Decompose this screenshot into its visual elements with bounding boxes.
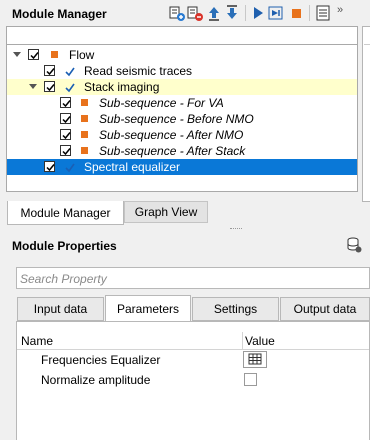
- tree-checkbox[interactable]: [44, 81, 55, 92]
- splitter-handle[interactable]: [230, 228, 242, 230]
- remove-module-icon[interactable]: [187, 5, 203, 21]
- stop-icon[interactable]: [288, 5, 304, 21]
- expand-arrow-icon[interactable]: [13, 52, 21, 57]
- tree-checkbox[interactable]: [44, 161, 55, 172]
- expand-arrow-icon[interactable]: [29, 84, 37, 89]
- tab-label: Settings: [213, 302, 258, 316]
- tree-item-sub-sequence-before-nmo[interactable]: Sub-sequence - Before NMO: [7, 111, 357, 127]
- tree-checkbox[interactable]: [28, 49, 39, 60]
- tree-item-flow[interactable]: Flow: [7, 47, 357, 63]
- toolbar-overflow-chevron-icon[interactable]: »: [337, 4, 343, 16]
- sequence-icon: [81, 147, 88, 154]
- table-editor-icon[interactable]: [243, 351, 267, 368]
- tab-graph-view[interactable]: Graph View: [124, 201, 208, 223]
- tree-item-label: Flow: [69, 48, 95, 62]
- side-panel-edge-inner: [364, 28, 370, 45]
- tree-item-label: Sub-sequence - Before NMO: [99, 112, 254, 126]
- module-tree[interactable]: Flow Read seismic traces Stack imaging S…: [6, 44, 358, 192]
- tree-item-label: Spectral equalizer: [84, 160, 181, 174]
- tree-item-label: Sub-sequence - For VA: [99, 96, 224, 110]
- side-panel-edge: [362, 26, 370, 202]
- sequence-icon: [81, 115, 88, 122]
- toolbar-separator: [309, 5, 310, 21]
- property-row-normalize-amplitude[interactable]: Normalize amplitude: [17, 370, 369, 390]
- move-up-icon[interactable]: [206, 5, 222, 21]
- module-check-icon: [65, 82, 75, 93]
- property-search-input[interactable]: Search Property: [16, 267, 370, 289]
- tree-item-sub-sequence-for-va[interactable]: Sub-sequence - For VA: [7, 95, 357, 111]
- tree-item-label: Read seismic traces: [84, 64, 193, 78]
- log-icon[interactable]: [315, 5, 331, 21]
- tab-label: Input data: [33, 302, 88, 316]
- tab-settings[interactable]: Settings: [192, 297, 279, 321]
- tab-label: Output data: [293, 302, 357, 316]
- tab-label: Parameters: [116, 301, 180, 316]
- column-divider: [242, 332, 243, 349]
- run-step-icon[interactable]: [268, 5, 284, 21]
- tree-item-sub-sequence-after-nmo[interactable]: Sub-sequence - After NMO: [7, 127, 357, 143]
- column-header-name: Name: [21, 334, 54, 348]
- tree-item-spectral-equalizer[interactable]: Spectral equalizer: [7, 159, 357, 175]
- tree-checkbox[interactable]: [60, 113, 71, 124]
- tree-item-label: Sub-sequence - After NMO: [99, 128, 244, 142]
- tree-checkbox[interactable]: [60, 145, 71, 156]
- search-placeholder: Search Property: [20, 272, 107, 286]
- property-row-frequencies-equalizer[interactable]: Frequencies Equalizer: [17, 350, 369, 370]
- property-name: Normalize amplitude: [41, 373, 151, 387]
- tree-checkbox[interactable]: [44, 65, 55, 76]
- move-down-icon[interactable]: [224, 5, 240, 21]
- property-name: Frequencies Equalizer: [41, 353, 161, 367]
- tab-module-manager[interactable]: Module Manager: [7, 201, 124, 225]
- toolbar-separator: [245, 5, 246, 21]
- add-module-icon[interactable]: [169, 5, 185, 21]
- tree-item-stack-imaging[interactable]: Stack imaging: [7, 79, 357, 95]
- tree-checkbox[interactable]: [60, 97, 71, 108]
- tab-label: Graph View: [134, 205, 198, 219]
- column-header-value: Value: [245, 334, 275, 348]
- tree-item-label: Sub-sequence - After Stack: [99, 144, 246, 158]
- module-check-icon: [65, 66, 75, 77]
- property-grid: Name Value Frequencies Equalizer Normali…: [16, 321, 370, 440]
- module-check-icon: [65, 162, 75, 173]
- tree-item-label: Stack imaging: [84, 80, 160, 94]
- sequence-icon: [81, 131, 88, 138]
- tree-header: [6, 26, 358, 44]
- tab-label: Module Manager: [20, 205, 111, 220]
- tree-item-read-seismic-traces[interactable]: Read seismic traces: [7, 63, 357, 79]
- tree-item-sub-sequence-after-stack[interactable]: Sub-sequence - After Stack: [7, 143, 357, 159]
- run-icon[interactable]: [250, 5, 266, 21]
- module-manager-title: Module Manager: [12, 7, 107, 21]
- normalize-amplitude-checkbox[interactable]: [244, 373, 257, 386]
- module-properties-title: Module Properties: [12, 239, 117, 253]
- database-settings-icon[interactable]: [346, 237, 362, 253]
- sequence-icon: [81, 99, 88, 106]
- tab-parameters[interactable]: Parameters: [105, 295, 191, 321]
- sequence-icon: [51, 51, 58, 58]
- tab-input-data[interactable]: Input data: [17, 297, 104, 321]
- tree-checkbox[interactable]: [60, 129, 71, 140]
- grid-header: Name Value: [17, 332, 369, 350]
- tab-output-data[interactable]: Output data: [280, 297, 370, 321]
